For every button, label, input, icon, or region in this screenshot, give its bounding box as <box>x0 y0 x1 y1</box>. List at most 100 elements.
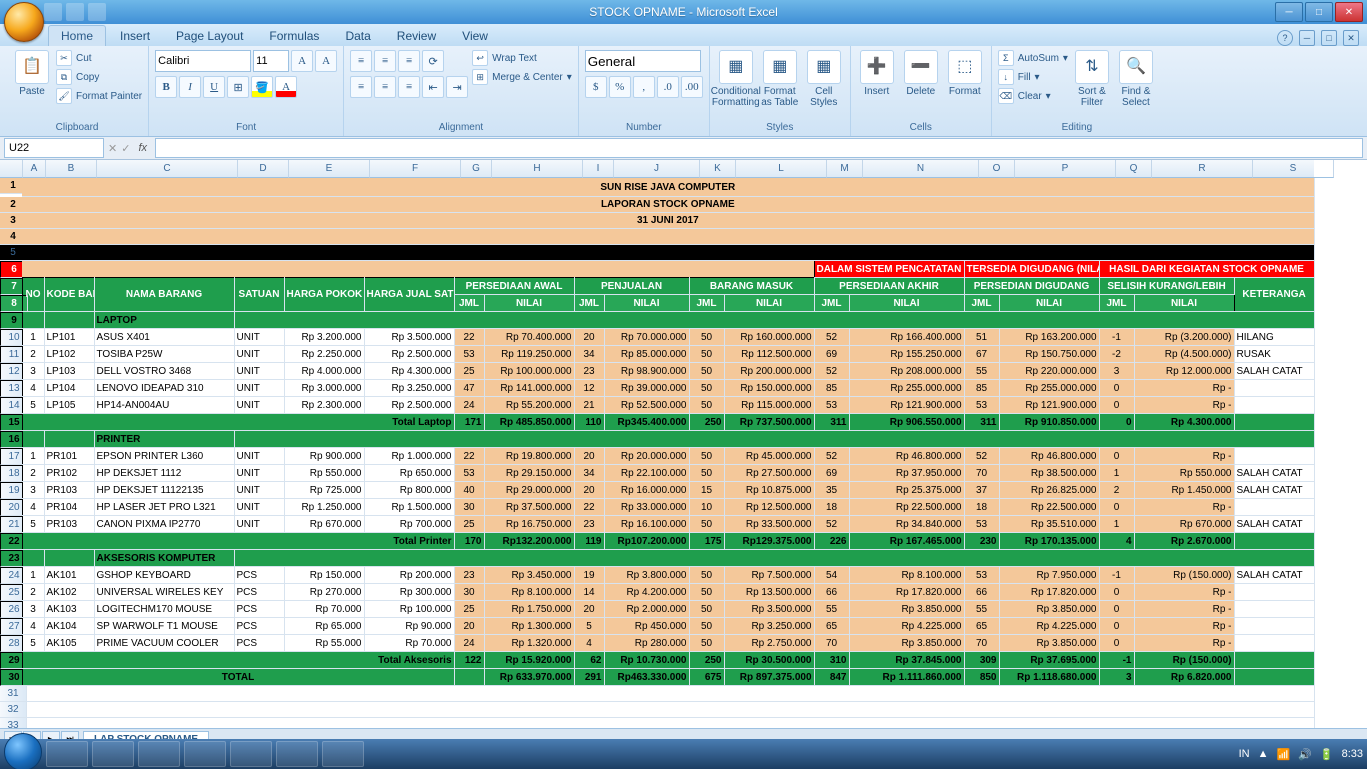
indent-inc-icon[interactable]: ⇥ <box>446 76 468 98</box>
conditional-formatting-button[interactable]: ▦Conditional Formatting <box>716 50 756 108</box>
merge-center-button[interactable]: ⊞Merge & Center ▾ <box>472 69 572 85</box>
group-font: AA B I U ⊞ 🪣 A Font <box>149 46 344 136</box>
name-box[interactable]: U22 <box>4 138 104 158</box>
cut-icon: ✂ <box>56 50 72 66</box>
maximize-button[interactable]: □ <box>1305 2 1333 22</box>
undo-icon[interactable] <box>66 3 84 21</box>
fill-color-button[interactable]: 🪣 <box>251 76 273 98</box>
minimize-button[interactable]: ─ <box>1275 2 1303 22</box>
help-icon[interactable]: ? <box>1277 30 1293 46</box>
delete-cells-button[interactable]: ➖Delete <box>901 50 941 97</box>
clear-button[interactable]: ⌫Clear ▾ <box>998 88 1068 104</box>
tab-formulas[interactable]: Formulas <box>257 26 331 46</box>
close-button[interactable]: ✕ <box>1335 2 1363 22</box>
window-title: STOCK OPNAME - Microsoft Excel <box>589 5 777 19</box>
border-button[interactable]: ⊞ <box>227 76 249 98</box>
format-painter-button[interactable]: 🖌Format Painter <box>56 88 142 104</box>
format-as-table-button[interactable]: ▦Format as Table <box>760 50 800 108</box>
taskbar-item[interactable] <box>46 741 88 767</box>
copy-button[interactable]: ⧉Copy <box>56 69 142 85</box>
wrap-icon: ↩ <box>472 50 488 66</box>
taskbar-item[interactable] <box>276 741 318 767</box>
taskbar-item[interactable] <box>138 741 180 767</box>
align-bottom-icon[interactable]: ≡ <box>398 50 420 72</box>
sort-icon: ⇅ <box>1075 50 1109 84</box>
merge-icon: ⊞ <box>472 69 488 85</box>
group-styles: ▦Conditional Formatting ▦Format as Table… <box>710 46 851 136</box>
fx-icon[interactable]: fx <box>138 142 147 154</box>
taskbar-item[interactable] <box>230 741 272 767</box>
tray-battery-icon[interactable]: 🔋 <box>1320 748 1334 761</box>
close-workbook-icon[interactable]: ✕ <box>1343 30 1359 46</box>
indent-dec-icon[interactable]: ⇤ <box>422 76 444 98</box>
number-format-select[interactable] <box>585 50 701 72</box>
inc-decimal-icon[interactable]: .0 <box>657 76 679 98</box>
font-color-button[interactable]: A <box>275 76 297 98</box>
enter-icon[interactable]: ✓ <box>121 142 130 155</box>
fill-button[interactable]: ↓Fill ▾ <box>998 69 1068 85</box>
font-name-input[interactable] <box>155 50 251 72</box>
taskbar-item[interactable] <box>322 741 364 767</box>
minimize-ribbon-icon[interactable]: ─ <box>1299 30 1315 46</box>
group-number: $%,.0.00 Number <box>579 46 710 136</box>
clock[interactable]: 8:33 <box>1342 748 1363 760</box>
windows-taskbar: IN ▲ 📶 🔊 🔋 8:33 <box>0 739 1367 769</box>
cell-styles-button[interactable]: ▦Cell Styles <box>804 50 844 108</box>
tab-page-layout[interactable]: Page Layout <box>164 26 255 46</box>
shrink-font-icon[interactable]: A <box>315 50 337 72</box>
font-size-input[interactable] <box>253 50 289 72</box>
align-right-icon[interactable]: ≡ <box>398 76 420 98</box>
tab-review[interactable]: Review <box>385 26 448 46</box>
paste-button[interactable]: 📋Paste <box>12 50 52 97</box>
sort-filter-button[interactable]: ⇅Sort & Filter <box>1072 50 1112 108</box>
office-button[interactable] <box>4 2 44 42</box>
find-select-button[interactable]: 🔍Find & Select <box>1116 50 1156 108</box>
taskbar-item[interactable] <box>92 741 134 767</box>
formula-input[interactable] <box>155 138 1363 158</box>
italic-button[interactable]: I <box>179 76 201 98</box>
bold-button[interactable]: B <box>155 76 177 98</box>
align-center-icon[interactable]: ≡ <box>374 76 396 98</box>
restore-window-icon[interactable]: □ <box>1321 30 1337 46</box>
comma-icon[interactable]: , <box>633 76 655 98</box>
group-cells: ➕Insert ➖Delete ⬚Format Cells <box>851 46 992 136</box>
grow-font-icon[interactable]: A <box>291 50 313 72</box>
tray-volume-icon[interactable]: 🔊 <box>1298 748 1312 761</box>
underline-button[interactable]: U <box>203 76 225 98</box>
insert-cells-button[interactable]: ➕Insert <box>857 50 897 97</box>
table-icon: ▦ <box>763 50 797 84</box>
column-headers[interactable]: ABCDEFGHIJKLMNOPQRS <box>0 160 1314 178</box>
worksheet-grid[interactable]: ABCDEFGHIJKLMNOPQRS 1SUN RISE JAVA COMPU… <box>0 160 1367 729</box>
language-indicator[interactable]: IN <box>1239 748 1250 760</box>
percent-icon[interactable]: % <box>609 76 631 98</box>
align-left-icon[interactable]: ≡ <box>350 76 372 98</box>
align-middle-icon[interactable]: ≡ <box>374 50 396 72</box>
group-alignment: ≡≡≡⟳ ≡≡≡⇤⇥ ↩Wrap Text ⊞Merge & Center ▾ … <box>344 46 579 136</box>
tray-network-icon[interactable]: 📶 <box>1276 748 1290 761</box>
save-icon[interactable] <box>44 3 62 21</box>
delete-icon: ➖ <box>904 50 938 84</box>
copy-icon: ⧉ <box>56 69 72 85</box>
brush-icon: 🖌 <box>56 88 72 104</box>
tab-home[interactable]: Home <box>48 25 106 46</box>
wrap-text-button[interactable]: ↩Wrap Text <box>472 50 572 66</box>
group-editing: ΣAutoSum ▾ ↓Fill ▾ ⌫Clear ▾ ⇅Sort & Filt… <box>992 46 1162 136</box>
format-cells-button[interactable]: ⬚Format <box>945 50 985 97</box>
tab-insert[interactable]: Insert <box>108 26 162 46</box>
tab-view[interactable]: View <box>450 26 500 46</box>
tray-flag-icon[interactable]: ▲ <box>1258 748 1269 760</box>
currency-icon[interactable]: $ <box>585 76 607 98</box>
orientation-icon[interactable]: ⟳ <box>422 50 444 72</box>
insert-icon: ➕ <box>860 50 894 84</box>
dec-decimal-icon[interactable]: .00 <box>681 76 703 98</box>
start-button[interactable] <box>4 733 42 769</box>
align-top-icon[interactable]: ≡ <box>350 50 372 72</box>
group-clipboard: 📋Paste ✂Cut ⧉Copy 🖌Format Painter Clipbo… <box>6 46 149 136</box>
tab-data[interactable]: Data <box>333 26 382 46</box>
taskbar-item[interactable] <box>184 741 226 767</box>
cancel-icon[interactable]: ✕ <box>108 142 117 155</box>
redo-icon[interactable] <box>88 3 106 21</box>
formula-bar: U22 ✕ ✓ fx <box>0 137 1367 160</box>
cut-button[interactable]: ✂Cut <box>56 50 142 66</box>
autosum-button[interactable]: ΣAutoSum ▾ <box>998 50 1068 66</box>
